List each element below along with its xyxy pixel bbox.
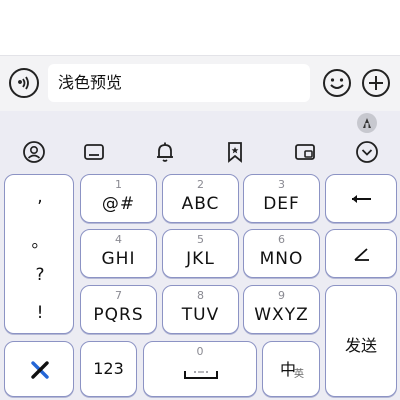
space-key[interactable]: 0	[143, 341, 257, 397]
send-label: 发送	[344, 336, 377, 355]
keyboard-toolbar	[0, 138, 400, 166]
clear-key[interactable]	[325, 229, 397, 278]
key-9-number: 9	[278, 289, 285, 302]
backspace-key[interactable]	[325, 174, 397, 223]
key-5-number: 5	[197, 233, 204, 246]
corner-icon	[354, 248, 369, 261]
profile-icon[interactable]	[22, 140, 46, 164]
punctuation-column[interactable]: , 。 ? !	[4, 174, 74, 334]
app-badge-icon	[363, 118, 371, 128]
key-2-number: 2	[197, 178, 204, 191]
key-8-label: TUV	[181, 305, 220, 325]
key-3-number: 3	[278, 178, 285, 191]
key-6-number: 6	[278, 233, 285, 246]
language-key[interactable]: 中 英	[262, 341, 320, 397]
punct-period[interactable]: 。	[5, 227, 75, 252]
punct-question[interactable]: ?	[5, 265, 75, 285]
key-1-label: @#	[101, 194, 136, 214]
key-9[interactable]: 9 WXYZ	[243, 285, 320, 334]
key-5[interactable]: 5 JKL	[162, 229, 239, 278]
key-4-number: 4	[115, 233, 122, 246]
chevron-down-icon[interactable]	[355, 140, 379, 164]
bell-icon[interactable]	[153, 140, 177, 164]
emoji-button[interactable]	[322, 68, 352, 98]
key-1[interactable]: 1 @#	[80, 174, 157, 223]
key-7-label: PQRS	[93, 305, 144, 325]
key-4-label: GHI	[101, 249, 136, 269]
plus-icon	[362, 69, 390, 97]
key-7-number: 7	[115, 289, 122, 302]
lang-sub: 英	[294, 369, 304, 380]
app-badge-button[interactable]	[357, 113, 377, 133]
plus-button[interactable]	[361, 68, 391, 98]
voice-button[interactable]	[9, 68, 39, 98]
key-5-label: JKL	[186, 249, 215, 269]
space-icon	[184, 371, 218, 379]
numbers-key[interactable]: 123	[80, 341, 137, 397]
key-3[interactable]: 3 DEF	[243, 174, 320, 223]
key-8[interactable]: 8 TUV	[162, 285, 239, 334]
top-blank-area	[0, 0, 400, 55]
x-logo-icon	[31, 361, 49, 379]
keyboard-icon[interactable]	[82, 140, 106, 164]
punct-comma[interactable]: ,	[5, 187, 75, 207]
logo-key[interactable]	[4, 341, 74, 397]
punct-exclaim[interactable]: !	[5, 303, 75, 323]
clipboard-icon[interactable]	[293, 140, 317, 164]
key-3-label: DEF	[263, 194, 300, 214]
key-7[interactable]: 7 PQRS	[80, 285, 157, 334]
key-2[interactable]: 2 ABC	[162, 174, 239, 223]
key-8-number: 8	[197, 289, 204, 302]
keyboard-area: , 。 ? ! 1 @# 2 ABC 3 DEF 4 GHI 5 JKL 6 M…	[0, 111, 400, 400]
voice-icon	[18, 76, 29, 90]
send-key[interactable]: 发送	[325, 285, 397, 397]
space-number: 0	[196, 345, 204, 358]
chat-input-bar: 浅色预览	[0, 55, 400, 112]
key-6-label: MNO	[259, 249, 304, 269]
key-6[interactable]: 6 MNO	[243, 229, 320, 278]
bookmark-icon[interactable]	[223, 140, 247, 164]
key-1-number: 1	[115, 178, 122, 191]
key-9-label: WXYZ	[254, 305, 309, 325]
key-2-label: ABC	[181, 194, 220, 214]
key-4[interactable]: 4 GHI	[80, 229, 157, 278]
message-input[interactable]: 浅色预览	[48, 64, 310, 102]
numbers-label: 123	[93, 359, 124, 378]
emoji-icon	[323, 69, 351, 97]
backspace-icon	[352, 195, 371, 203]
